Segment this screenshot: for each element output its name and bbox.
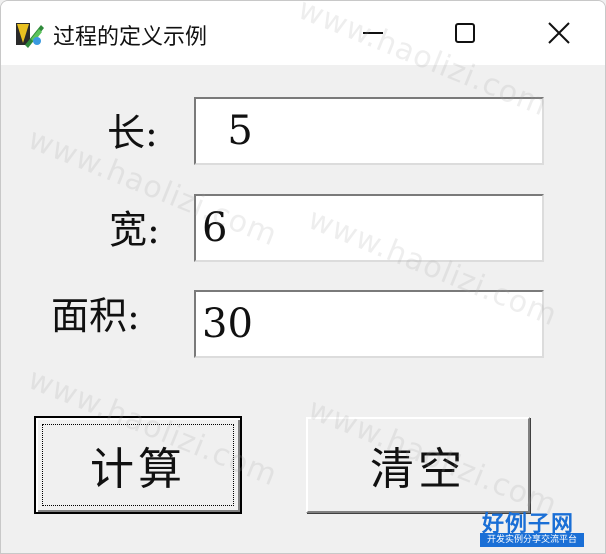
area-input[interactable]	[194, 290, 544, 358]
width-label: 宽:	[109, 208, 160, 252]
minimize-icon	[363, 32, 383, 34]
area-label: 面积:	[51, 294, 140, 338]
length-label: 长:	[107, 111, 158, 155]
width-input[interactable]	[194, 194, 544, 262]
close-icon	[548, 22, 570, 44]
logo-sub-text: 开发实例分享交流平台	[480, 533, 584, 547]
form-body: 长: 宽: 面积: 计算 清空	[1, 65, 605, 553]
clear-button[interactable]: 清空	[306, 417, 530, 513]
app-window: 过程的定义示例 长: 宽: 面积: 计算 清空	[0, 0, 606, 554]
title-bar[interactable]: 过程的定义示例	[1, 1, 605, 65]
close-button[interactable]	[513, 1, 605, 65]
calculate-button[interactable]: 计算	[34, 416, 242, 514]
clear-button-label: 清空	[370, 444, 466, 495]
maximize-button[interactable]	[419, 1, 511, 65]
maximize-icon	[455, 23, 475, 43]
focus-rect	[42, 424, 234, 506]
length-input[interactable]	[194, 97, 544, 165]
vb-app-icon	[16, 23, 44, 48]
minimize-button[interactable]	[327, 1, 419, 65]
window-title: 过程的定义示例	[53, 25, 208, 50]
site-logo: 好例子网 开发实例分享交流平台	[478, 506, 604, 552]
